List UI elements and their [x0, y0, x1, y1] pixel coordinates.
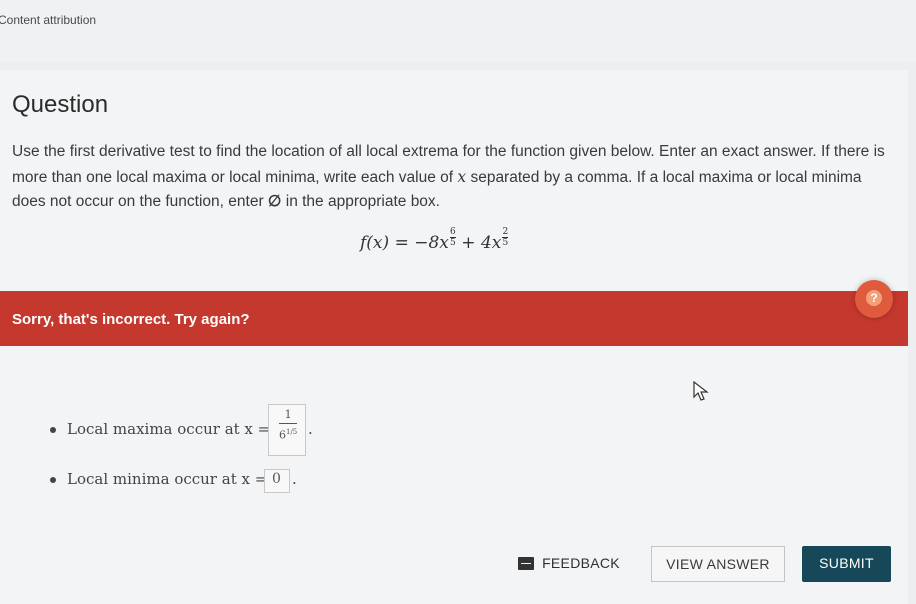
minima-label: Local minima occur at x =: [67, 470, 268, 488]
content-attribution-link[interactable]: Content attribution: [0, 13, 96, 27]
question-title: Question: [12, 91, 109, 118]
question-text: Use the first derivative test to find th…: [12, 140, 892, 215]
help-button[interactable]: ?: [855, 280, 893, 318]
error-banner: Sorry, that's incorrect. Try again?: [0, 291, 908, 346]
term2-exp-den: 5: [502, 238, 509, 248]
term1-exp-den: 5: [450, 238, 456, 248]
maxima-value-num: 1: [284, 408, 292, 421]
formula-plus: +: [461, 233, 476, 253]
mouse-cursor-icon: [693, 381, 709, 401]
top-bar: Content attribution: [0, 0, 916, 62]
minima-input-value: 0: [272, 471, 281, 487]
bullet: [50, 477, 56, 483]
formula-term2-exponent: 25: [502, 227, 509, 248]
formula-term2: 4x: [480, 233, 502, 253]
question-variable: x: [457, 167, 467, 186]
feedback-button-label: FEEDBACK: [542, 555, 620, 571]
term1-exp-num: 6: [450, 227, 456, 237]
maxima-value-den: 61/5: [279, 428, 298, 442]
minima-suffix: .: [292, 470, 297, 488]
maxima-input-value: 1 61/5: [279, 409, 297, 442]
maxima-suffix: .: [308, 420, 313, 438]
question-mark-icon: ?: [866, 290, 882, 306]
formula-term1-exponent: 65: [449, 227, 456, 248]
maxima-label: Local maxima occur at x =: [67, 420, 271, 438]
error-message: Sorry, that's incorrect. Try again?: [12, 311, 250, 328]
bullet: [50, 427, 56, 433]
view-answer-button[interactable]: VIEW ANSWER: [651, 546, 785, 582]
function-formula: f(x) = −8x 6 5 + 4x 2 5: [360, 227, 509, 253]
submit-button[interactable]: SUBMIT: [802, 546, 891, 582]
feedback-icon: [518, 557, 535, 570]
formula-term1: −8x: [414, 233, 449, 253]
maxima-input[interactable]: 1 61/5: [268, 404, 306, 456]
feedback-button[interactable]: FEEDBACK: [508, 546, 630, 582]
question-text-part3: in the appropriate box.: [281, 193, 440, 210]
minima-input[interactable]: 0: [264, 469, 290, 493]
formula-lhs: f(x): [360, 233, 390, 253]
formula-equals: =: [394, 233, 409, 253]
term2-exp-num: 2: [502, 227, 509, 237]
empty-set-symbol: ∅: [267, 193, 282, 210]
